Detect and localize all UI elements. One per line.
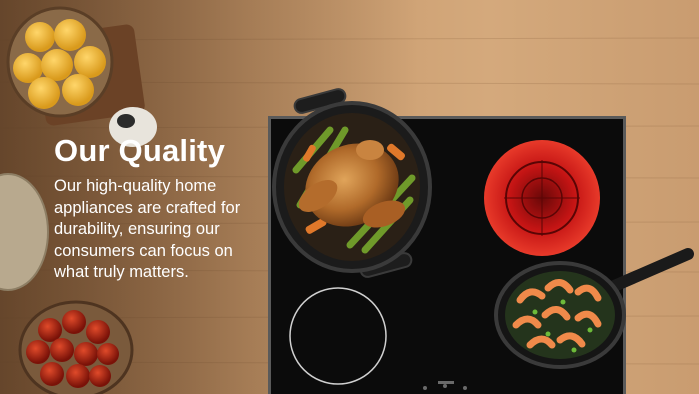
hero-title: Our Quality [54,133,226,168]
hero-description: Our high-quality home appliances are cra… [54,177,241,281]
hero-banner: Our Quality Our high-quality home applia… [0,0,699,394]
hero-text: Our Quality Our high-quality home applia… [54,132,259,284]
